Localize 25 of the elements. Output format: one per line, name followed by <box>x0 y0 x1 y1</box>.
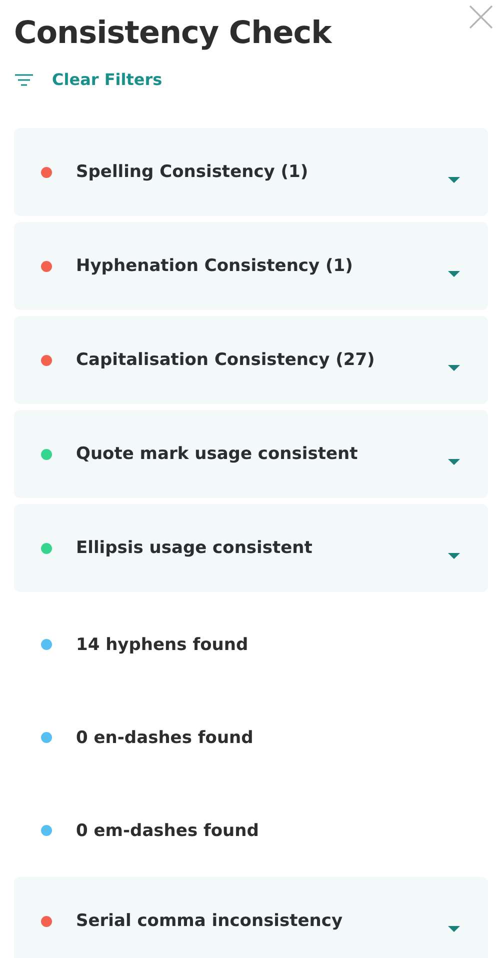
check-card[interactable]: Ellipsis usage consistent <box>14 504 488 592</box>
close-button[interactable] <box>468 4 494 30</box>
clear-filters-button[interactable]: Clear Filters <box>14 70 162 90</box>
check-card[interactable]: Capitalisation Consistency (27) <box>14 316 488 404</box>
check-label: 0 em-dashes found <box>76 820 259 842</box>
check-label: Capitalisation Consistency (27) <box>76 349 375 371</box>
caret-icon <box>448 552 460 560</box>
check-label: 0 en-dashes found <box>76 726 254 748</box>
check-label: Serial comma inconsistency <box>76 910 343 932</box>
check-label: Spelling Consistency (1) <box>76 161 308 183</box>
caret-icon <box>448 176 460 184</box>
check-card[interactable]: Hyphenation Consistency (1) <box>14 222 488 310</box>
caret-icon <box>448 458 460 466</box>
caret-icon <box>448 270 460 278</box>
check-label: Hyphenation Consistency (1) <box>76 255 353 277</box>
check-card[interactable]: Spelling Consistency (1) <box>14 128 488 216</box>
check-card[interactable]: Serial comma inconsistency <box>14 877 488 958</box>
filter-icon <box>14 73 34 87</box>
check-label: Quote mark usage consistent <box>76 443 358 465</box>
caret-icon <box>448 925 460 933</box>
check-label: Ellipsis usage consistent <box>76 537 312 559</box>
check-card[interactable]: Quote mark usage consistent <box>14 410 488 498</box>
caret-icon <box>448 364 460 372</box>
panel-title: Consistency Check <box>14 14 332 52</box>
check-label: 14 hyphens found <box>76 634 248 656</box>
